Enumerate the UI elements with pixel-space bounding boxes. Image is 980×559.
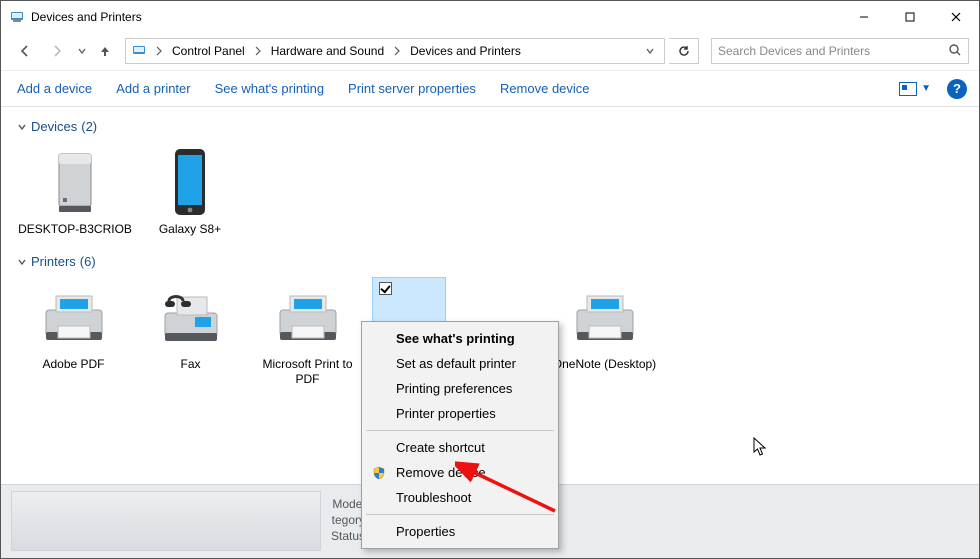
- back-button[interactable]: [11, 37, 39, 65]
- chevron-right-icon[interactable]: [390, 46, 404, 56]
- see-printing-link[interactable]: See what's printing: [203, 75, 336, 102]
- breadcrumb-item[interactable]: Hardware and Sound: [265, 39, 390, 63]
- view-mode-control[interactable]: ▼: [891, 82, 939, 96]
- printer-label: Adobe PDF: [42, 357, 104, 371]
- forward-button[interactable]: [43, 37, 71, 65]
- address-dropdown[interactable]: [640, 46, 660, 56]
- fax-icon: [154, 281, 228, 355]
- printer-icon: [37, 281, 111, 355]
- device-label: DESKTOP-B3CRIOB: [18, 222, 132, 236]
- cm-see-printing[interactable]: See what's printing: [364, 326, 556, 351]
- group-count: (2): [81, 119, 97, 134]
- search-icon: [948, 43, 962, 60]
- chevron-right-icon[interactable]: [251, 46, 265, 56]
- devices-row: DESKTOP-B3CRIOB Galaxy S8+: [15, 142, 965, 242]
- minimize-button[interactable]: [841, 1, 887, 32]
- menu-separator: [366, 514, 554, 515]
- cm-remove-device[interactable]: Remove device: [364, 460, 556, 485]
- breadcrumb-item[interactable]: Control Panel: [166, 39, 251, 63]
- address-icon: [130, 43, 148, 59]
- chevron-down-icon: [15, 122, 29, 132]
- printer-item[interactable]: Adobe PDF: [15, 277, 132, 392]
- chevron-down-icon: [15, 257, 29, 267]
- cm-preferences[interactable]: Printing preferences: [364, 376, 556, 401]
- view-icon: [899, 82, 917, 96]
- window-controls: [841, 1, 979, 32]
- cm-create-shortcut[interactable]: Create shortcut: [364, 435, 556, 460]
- address-bar[interactable]: Control Panel Hardware and Sound Devices…: [125, 38, 665, 64]
- details-thumbnail: [11, 491, 321, 551]
- shield-icon: [372, 466, 386, 480]
- selection-checkbox[interactable]: [379, 282, 392, 295]
- refresh-button[interactable]: [669, 38, 699, 64]
- cm-label: Remove device: [396, 465, 486, 480]
- cm-troubleshoot[interactable]: Troubleshoot: [364, 485, 556, 510]
- desktop-pc-icon: [38, 146, 112, 220]
- phone-icon: [153, 146, 227, 220]
- add-printer-link[interactable]: Add a printer: [104, 75, 202, 102]
- printer-icon: [271, 281, 345, 355]
- printer-label: Microsoft Print to PDF: [251, 357, 364, 386]
- remove-device-link[interactable]: Remove device: [488, 75, 602, 102]
- device-item[interactable]: DESKTOP-B3CRIOB: [15, 142, 135, 242]
- printer-item[interactable]: Microsoft Print to PDF: [249, 277, 366, 392]
- cm-printer-properties[interactable]: Printer properties: [364, 401, 556, 426]
- printer-item[interactable]: Fax: [132, 277, 249, 392]
- nav-bar: Control Panel Hardware and Sound Devices…: [1, 32, 979, 70]
- history-dropdown[interactable]: [75, 47, 89, 55]
- up-button[interactable]: [93, 44, 117, 58]
- context-menu: See what's printing Set as default print…: [361, 321, 559, 549]
- device-label: Galaxy S8+: [159, 222, 221, 236]
- cm-properties[interactable]: Properties: [364, 519, 556, 544]
- close-button[interactable]: [933, 1, 979, 32]
- group-title: Devices: [31, 119, 77, 134]
- printer-icon: [568, 281, 642, 355]
- window-icon: [9, 9, 25, 25]
- command-bar: Add a device Add a printer See what's pr…: [1, 70, 979, 107]
- print-server-props-link[interactable]: Print server properties: [336, 75, 488, 102]
- menu-separator: [366, 430, 554, 431]
- help-button[interactable]: ?: [947, 79, 967, 99]
- breadcrumb-item[interactable]: Devices and Printers: [404, 39, 527, 63]
- maximize-button[interactable]: [887, 1, 933, 32]
- group-title: Printers: [31, 254, 76, 269]
- group-header-devices[interactable]: Devices (2): [15, 119, 965, 134]
- chevron-right-icon[interactable]: [152, 46, 166, 56]
- title-bar: Devices and Printers: [1, 1, 979, 32]
- cm-set-default[interactable]: Set as default printer: [364, 351, 556, 376]
- group-header-printers[interactable]: Printers (6): [15, 254, 965, 269]
- printer-item[interactable]: OneNote (Desktop): [546, 277, 663, 392]
- device-item[interactable]: Galaxy S8+: [135, 142, 245, 242]
- search-placeholder: Search Devices and Printers: [718, 44, 870, 58]
- printer-label: OneNote (Desktop): [553, 357, 656, 371]
- add-device-link[interactable]: Add a device: [5, 75, 104, 102]
- chevron-down-icon: ▼: [921, 83, 931, 94]
- search-input[interactable]: Search Devices and Printers: [711, 38, 969, 64]
- printer-label: Fax: [180, 357, 200, 371]
- group-count: (6): [80, 254, 96, 269]
- window-title: Devices and Printers: [31, 10, 841, 24]
